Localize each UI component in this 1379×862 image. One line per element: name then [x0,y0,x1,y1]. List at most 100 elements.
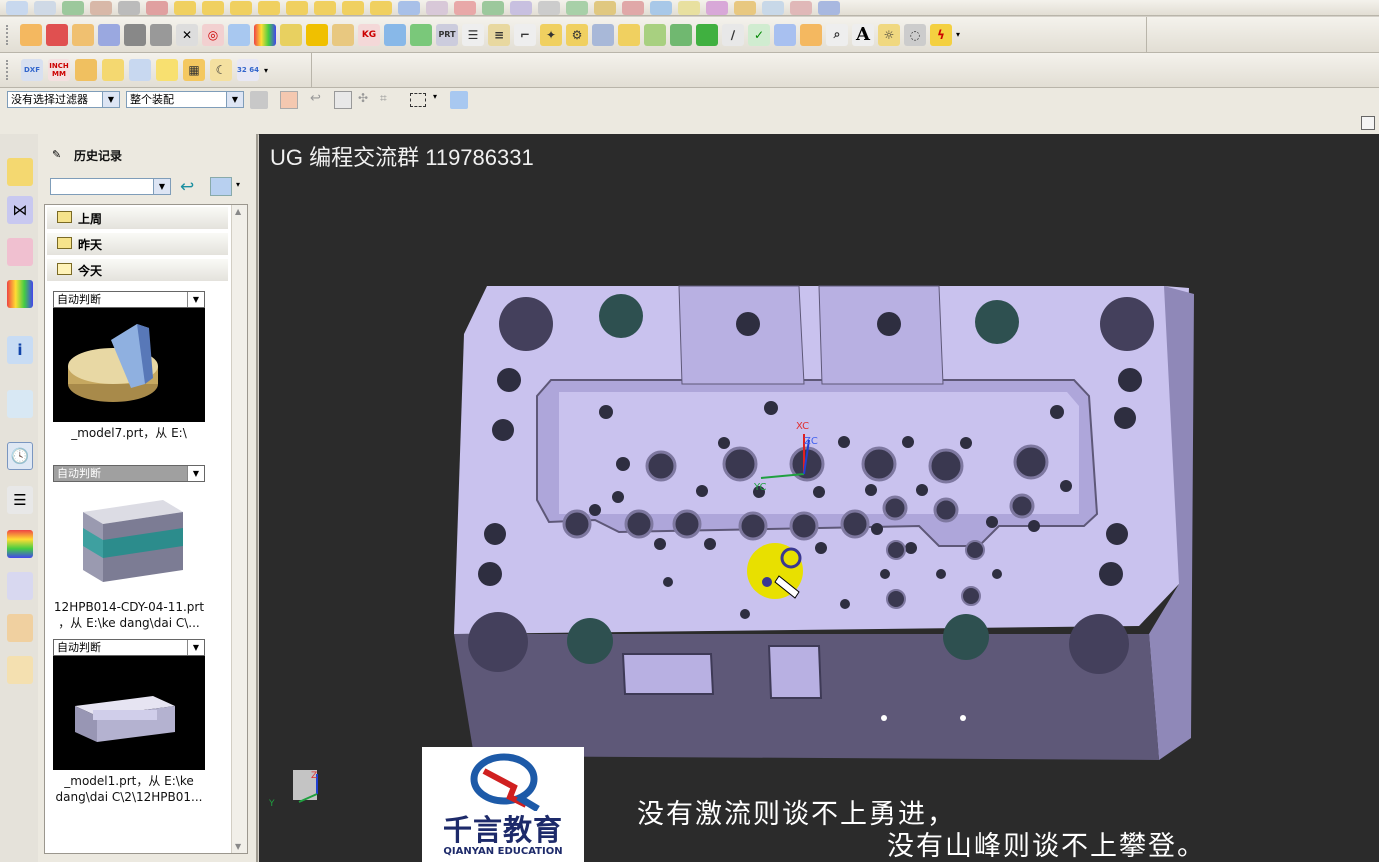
slant-icon[interactable] [332,23,354,46]
sheet-icon[interactable] [124,23,146,46]
method-icon[interactable] [482,0,504,15]
tree-icon[interactable]: ☰ [462,23,484,46]
chevron-down-icon[interactable]: ▼ [187,640,204,655]
pipe-icon[interactable] [592,23,614,46]
load-mode-dropdown[interactable]: 自动判断 ▼ [53,639,205,656]
target-icon[interactable] [538,0,560,15]
selection-filter-dropdown[interactable]: 没有选择过滤器 ▼ [7,91,120,108]
system-scene-icon[interactable] [7,614,33,642]
history-filter-dropdown[interactable]: ▼ [50,178,171,195]
fraction-icon[interactable]: 32 64 [237,59,259,81]
web-browser-icon[interactable] [7,390,33,418]
internet-explorer-icon[interactable]: i [7,336,33,364]
clip-icon[interactable]: ⌐ [514,23,536,46]
path-icon[interactable] [594,0,616,15]
check-green-icon[interactable]: ✓ [748,23,770,46]
pin-green-icon[interactable] [670,23,692,46]
note-icon[interactable] [156,59,178,81]
chevron-down-icon[interactable]: ▼ [153,179,170,194]
back-arrow-icon[interactable]: ↩ [180,178,200,196]
scroll-up-icon[interactable]: ▲ [235,207,241,216]
cut-icon[interactable] [306,23,328,46]
chevron-down-icon[interactable]: ▾ [264,66,268,75]
verify-icon[interactable] [622,0,644,15]
toolbar-grip[interactable] [6,24,12,45]
history-scrollbar[interactable]: ▲ ▼ [231,205,247,853]
part-thumbnail[interactable] [53,656,205,770]
window-icon[interactable] [129,59,151,81]
box-red-icon[interactable] [46,23,68,46]
select-options-icon[interactable] [250,91,268,109]
box-open-icon[interactable] [72,23,94,46]
load-mode-dropdown[interactable]: 自动判断 ▼ [53,465,205,482]
palette-bar-icon[interactable] [7,530,33,558]
chevron-down-icon[interactable]: ▾ [433,92,437,101]
lines-icon-5[interactable] [286,0,308,15]
circle-target-icon[interactable]: ◎ [202,23,224,46]
history-clock-icon[interactable]: 🕓 [7,442,33,470]
lines-icon-8[interactable] [370,0,392,15]
lines-icon-3[interactable] [230,0,252,15]
open-icon[interactable] [6,0,28,15]
selection-scope-dropdown[interactable]: 整个装配 ▼ [126,91,244,108]
chevron-down-icon[interactable]: ▾ [956,30,960,39]
measure-icon[interactable] [818,0,840,15]
history-card[interactable]: 自动判断 ▼ _model7.prt，从 E:\ [53,291,205,442]
bar-icon[interactable] [644,23,666,46]
kg-icon[interactable]: KG [358,23,380,46]
chevron-down-icon[interactable]: ▾ [236,180,240,189]
layers-icon[interactable]: ≡ [488,23,510,46]
drill-icon[interactable] [510,0,532,15]
box-blue-icon[interactable] [774,23,796,46]
wand-icon[interactable]: ✦ [540,23,562,46]
box-selector-icon[interactable] [450,91,468,109]
block-icon[interactable] [228,23,250,46]
graphics-window[interactable]: UG 编程交流群 119786331 XC YC ZC Z Y 千言教育 QIA… [259,134,1379,862]
moon-icon[interactable]: ☾ [210,59,232,81]
puzzle-icon[interactable] [618,23,640,46]
scroll-down-icon[interactable]: ▼ [235,842,241,851]
part-icon[interactable] [90,0,112,15]
chevron-down-icon[interactable]: ▼ [102,92,119,107]
stack-layers-icon[interactable] [75,59,97,81]
palette-icon[interactable]: ☼ [878,23,900,46]
part-thumbnail[interactable] [53,308,205,422]
process-icon[interactable]: ☰ [7,486,33,514]
folder-yesterday[interactable]: 昨天 [47,233,228,255]
cube-icon[interactable] [734,0,756,15]
lines-icon-1[interactable] [174,0,196,15]
search-part-icon[interactable]: ⌕ [826,23,848,46]
toolbar-grip[interactable] [6,60,12,80]
reuse-library-icon[interactable] [7,280,33,308]
point-icon[interactable]: ✕ [176,23,198,46]
lines-icon-6[interactable] [314,0,336,15]
view-style-icon[interactable] [210,177,232,196]
box-stack-icon[interactable] [800,23,822,46]
cubes-icon[interactable] [410,23,432,46]
operation-icon[interactable] [454,0,476,15]
nc-icon[interactable] [398,0,420,15]
layer-icon[interactable] [62,0,84,15]
tube-icon[interactable] [384,23,406,46]
assembly-navigator-icon[interactable] [7,158,33,186]
lightning-icon[interactable]: ϟ [930,23,952,46]
text-icon[interactable]: A [852,23,874,46]
chevron-down-icon[interactable]: ▼ [187,466,204,481]
color-bars-icon[interactable] [254,23,276,46]
select-face-icon[interactable] [334,91,352,109]
box-orange-icon[interactable] [20,23,42,46]
role-icon[interactable] [7,572,33,600]
cylinder-icon[interactable] [280,23,302,46]
doc-icon[interactable] [762,0,784,15]
plate-icon[interactable] [150,23,172,46]
folder-today[interactable]: 今天 [47,259,228,281]
snap-point-icon[interactable] [280,91,298,109]
constraint-navigator-icon[interactable]: ⋈ [7,196,33,224]
shop-icon[interactable] [678,0,700,15]
pin-icon[interactable]: ✎ [52,148,61,161]
program-icon[interactable] [566,0,588,15]
history-card[interactable]: 自动判断 ▼ 12HPB014-CDY-04-11.prt ，从 E:\ke d… [53,465,205,632]
tool-icon[interactable] [146,0,168,15]
output-icon[interactable] [706,0,728,15]
gear-chain-icon[interactable]: ⚙ [566,23,588,46]
